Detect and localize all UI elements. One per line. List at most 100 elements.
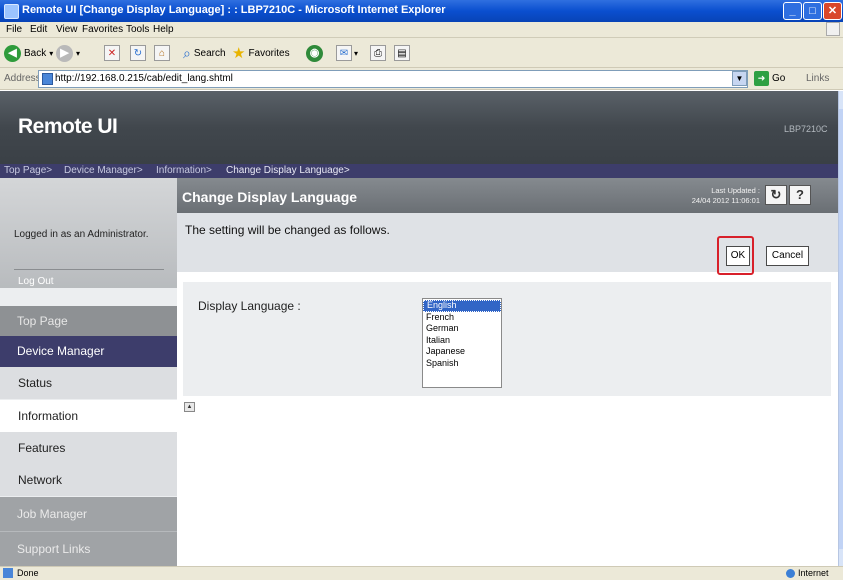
back-to-top-icon[interactable]: ▲: [184, 402, 195, 412]
login-status-box: Logged in as an Administrator. Log Out: [0, 178, 177, 288]
remote-ui-logo: Remote UI: [18, 115, 118, 138]
nav-information[interactable]: Information: [0, 400, 177, 432]
nav-job-manager[interactable]: Job Manager: [0, 497, 177, 531]
mail-icon: ✉: [336, 45, 352, 61]
menu-tools[interactable]: Tools: [126, 24, 149, 35]
stop-icon: ✕: [104, 45, 120, 61]
printer-model: LBP7210C: [784, 124, 828, 134]
forward-button[interactable]: ▶ ▾: [56, 43, 80, 63]
last-updated-label: Last Updated :: [711, 186, 760, 195]
breadcrumb: Top Page> Device Manager> Information> C…: [0, 164, 838, 178]
back-button[interactable]: ◀ Back ▾: [4, 43, 53, 63]
refresh-icon: ↻: [130, 45, 146, 61]
breadcrumb-information[interactable]: Information>: [156, 165, 212, 176]
menu-favorites[interactable]: Favorites: [82, 24, 123, 35]
page-title: Change Display Language: [182, 189, 358, 205]
logout-link[interactable]: Log Out: [18, 276, 54, 287]
print-button[interactable]: ⎙: [370, 43, 386, 63]
internet-explorer-icon: [4, 4, 19, 19]
ok-button[interactable]: OK: [726, 246, 750, 266]
refresh-page-button[interactable]: ↻: [765, 185, 787, 205]
favorites-label: Favorites: [248, 47, 290, 59]
windows-logo-icon: [826, 22, 840, 36]
main-content: Change Display Language Last Updated : 2…: [177, 178, 838, 566]
nav-features[interactable]: Features: [0, 432, 177, 464]
page-done-icon: [3, 568, 13, 578]
last-updated: Last Updated : 24/04 2012 11:06:01: [679, 186, 760, 206]
vertical-scrollbar[interactable]: [838, 91, 843, 566]
mail-button[interactable]: ✉ ▾: [336, 43, 358, 63]
media-icon: ◉: [306, 44, 323, 62]
display-language-label: Display Language :: [198, 299, 301, 313]
back-label: Back: [24, 47, 47, 59]
edit-button[interactable]: ▤: [394, 43, 410, 63]
language-option-japanese[interactable]: Japanese: [423, 346, 501, 358]
language-option-spanish[interactable]: Spanish: [423, 358, 501, 370]
nav-network[interactable]: Network: [0, 464, 177, 496]
security-zone: Internet: [786, 568, 829, 578]
zone-text: Internet: [798, 568, 829, 578]
address-input[interactable]: http://192.168.0.215/cab/edit_lang.shtml: [38, 70, 748, 88]
star-icon: ★: [232, 45, 246, 62]
setting-panel: Display Language : English French German…: [183, 282, 831, 396]
breadcrumb-top-page[interactable]: Top Page>: [4, 165, 52, 176]
menu-view[interactable]: View: [56, 24, 78, 35]
sidebar: Logged in as an Administrator. Log Out T…: [0, 178, 177, 566]
cancel-button[interactable]: Cancel: [766, 246, 809, 266]
menu-edit[interactable]: Edit: [30, 24, 47, 35]
close-button[interactable]: ✕: [823, 2, 842, 20]
last-updated-value: 24/04 2012 11:06:01: [691, 196, 760, 205]
address-label: Address: [4, 73, 41, 84]
language-option-german[interactable]: German: [423, 323, 501, 335]
forward-dropdown-icon: ▾: [76, 48, 81, 58]
globe-icon: [786, 568, 795, 578]
status-text: Done: [17, 568, 39, 578]
home-button[interactable]: ⌂: [154, 43, 170, 63]
breadcrumb-current: Change Display Language>: [226, 165, 350, 176]
title-band: Change Display Language Last Updated : 2…: [177, 178, 838, 213]
language-option-french[interactable]: French: [423, 312, 501, 324]
go-button[interactable]: ➜ Go: [754, 71, 785, 86]
print-icon: ⎙: [370, 45, 386, 61]
edit-icon: ▤: [394, 45, 410, 61]
language-option-english[interactable]: English: [423, 300, 501, 312]
back-arrow-icon: ◀: [4, 44, 21, 62]
language-option-italian[interactable]: Italian: [423, 335, 501, 347]
display-language-listbox[interactable]: English French German Italian Japanese S…: [422, 298, 502, 388]
minimize-button[interactable]: _: [783, 2, 802, 20]
toolbar: ◀ Back ▾ ▶ ▾ ✕ ↻ ⌂ ⌕ Search ★ Favorites …: [0, 38, 843, 68]
maximize-button[interactable]: □: [803, 2, 822, 20]
stop-button[interactable]: ✕: [104, 43, 120, 63]
help-button[interactable]: ?: [789, 185, 811, 205]
back-dropdown-icon: ▾: [49, 48, 54, 58]
window-title: Remote UI [Change Display Language] : : …: [22, 4, 446, 16]
refresh-button[interactable]: ↻: [130, 43, 146, 63]
mail-dropdown-icon: ▾: [354, 48, 359, 58]
notice-text: The setting will be changed as follows.: [185, 223, 390, 237]
nav-support-links[interactable]: Support Links: [0, 531, 177, 566]
nav-device-manager[interactable]: Device Manager: [0, 336, 177, 367]
breadcrumb-device-manager[interactable]: Device Manager>: [64, 165, 143, 176]
search-button[interactable]: ⌕ Search: [183, 43, 226, 63]
go-label: Go: [772, 73, 786, 84]
search-label: Search: [193, 47, 226, 59]
address-bar: Address http://192.168.0.215/cab/edit_la…: [0, 68, 843, 90]
links-button[interactable]: Links: [806, 73, 829, 84]
menu-help[interactable]: Help: [153, 24, 174, 35]
page-icon: [42, 73, 53, 85]
go-arrow-icon: ➜: [754, 71, 769, 86]
home-icon: ⌂: [154, 45, 170, 61]
media-button[interactable]: ◉: [306, 43, 323, 63]
menu-file[interactable]: File: [6, 24, 22, 35]
address-url: http://192.168.0.215/cab/edit_lang.shtml: [55, 73, 233, 84]
login-status-text: Logged in as an Administrator.: [14, 229, 164, 270]
menu-bar: File Edit View Favorites Tools Help: [0, 22, 843, 38]
window-titlebar: Remote UI [Change Display Language] : : …: [0, 0, 843, 22]
page-header: Remote UI LBP7210C: [0, 91, 838, 164]
favorites-button[interactable]: ★ Favorites: [232, 43, 290, 63]
chevron-down-icon[interactable]: ▼: [732, 71, 747, 86]
nav-status[interactable]: Status: [0, 367, 177, 399]
scrollbar-thumb[interactable]: [839, 109, 843, 549]
status-bar: Done Internet: [0, 566, 843, 580]
nav-top-page[interactable]: Top Page: [0, 306, 177, 336]
